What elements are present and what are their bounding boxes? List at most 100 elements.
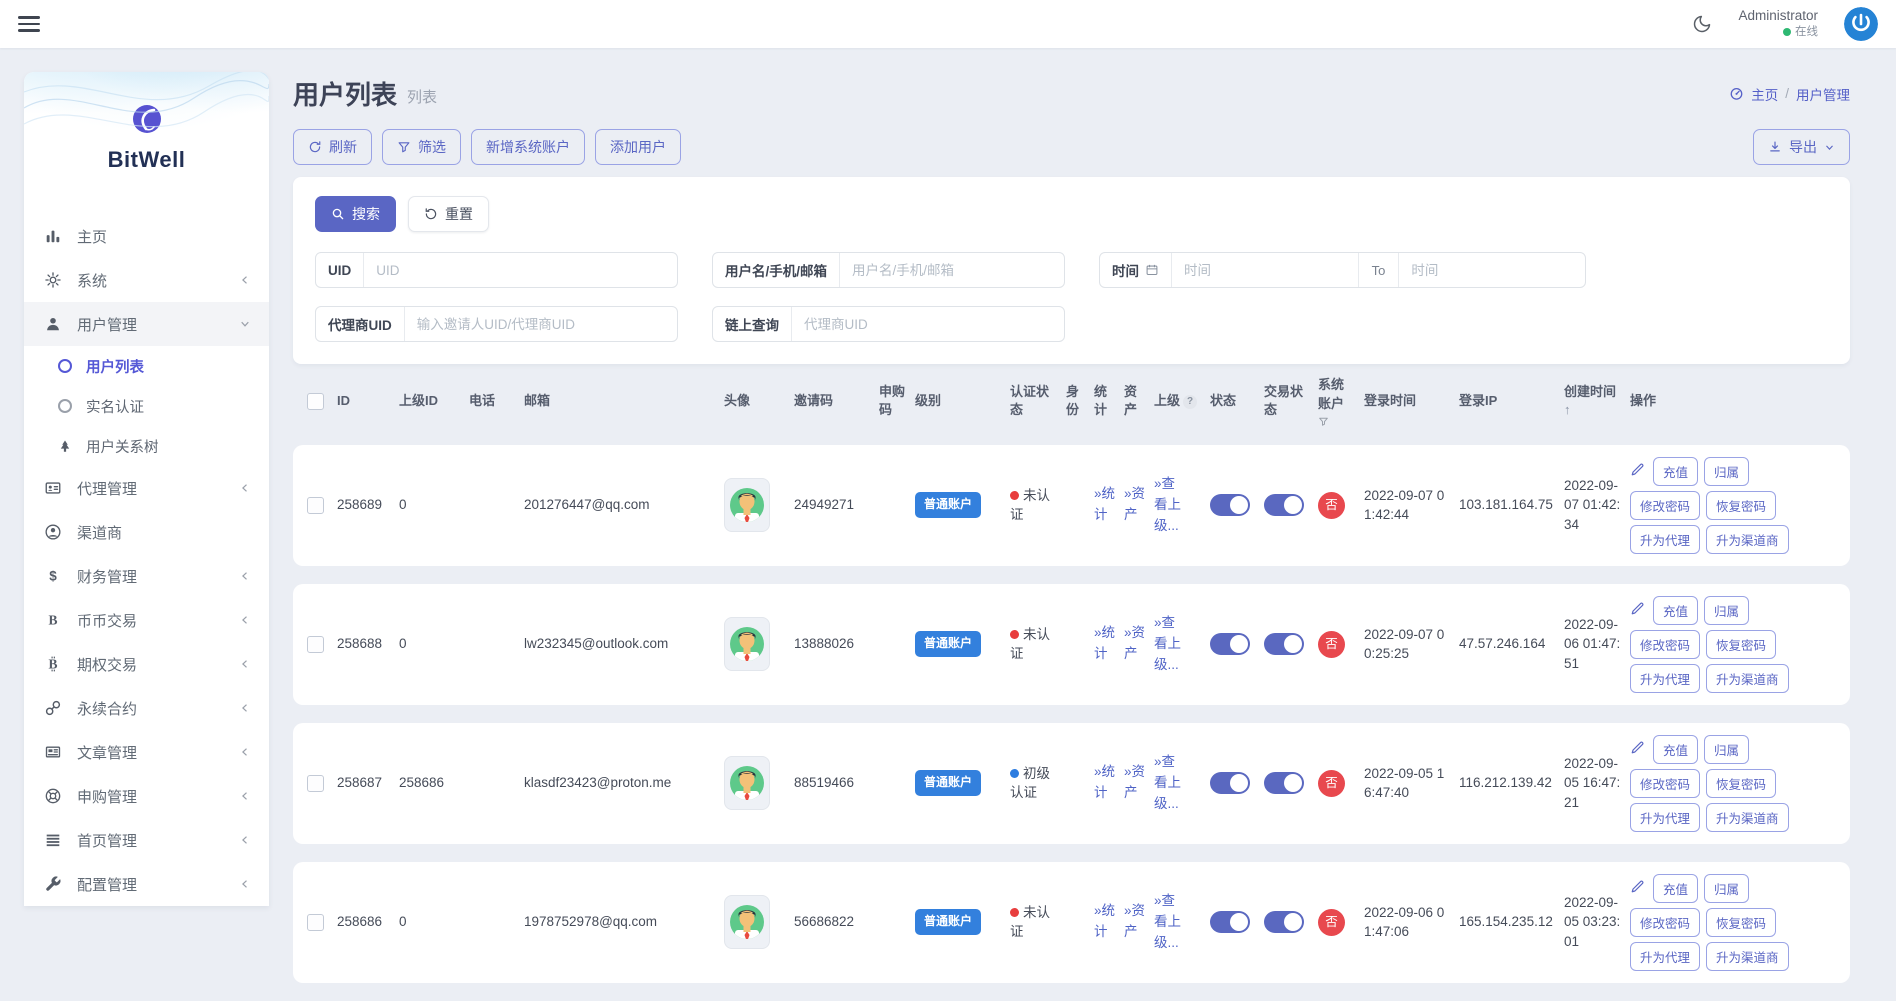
promote-agent-button[interactable]: 升为代理 xyxy=(1630,803,1700,832)
recharge-button[interactable]: 充值 xyxy=(1653,457,1698,486)
cell-avatar xyxy=(720,723,790,844)
view-parent-link[interactable]: »查看上级... xyxy=(1154,474,1188,537)
belong-button[interactable]: 归属 xyxy=(1704,874,1749,903)
row-checkbox[interactable] xyxy=(307,914,324,931)
sidebar-item-user-tree[interactable]: 用户关系树 xyxy=(24,426,269,466)
account-input[interactable] xyxy=(840,253,1064,287)
uid-input[interactable] xyxy=(364,253,677,287)
search-button[interactable]: 搜索 xyxy=(315,196,396,232)
recover-password-button[interactable]: 恢复密码 xyxy=(1706,491,1776,520)
time-to-input[interactable] xyxy=(1399,253,1585,287)
change-password-button[interactable]: 修改密码 xyxy=(1630,769,1700,798)
user-avatar-image[interactable] xyxy=(724,617,770,671)
promote-agent-button[interactable]: 升为代理 xyxy=(1630,525,1700,554)
user-avatar-image[interactable] xyxy=(724,895,770,949)
sidebar-item-perpetual[interactable]: 永续合约 xyxy=(24,686,269,730)
view-parent-link[interactable]: »查看上级... xyxy=(1154,891,1188,954)
recharge-button[interactable]: 充值 xyxy=(1653,874,1698,903)
hamburger-menu-icon[interactable] xyxy=(18,16,40,32)
stats-link[interactable]: »统计 xyxy=(1094,762,1110,804)
change-password-button[interactable]: 修改密码 xyxy=(1630,491,1700,520)
recharge-button[interactable]: 充值 xyxy=(1653,735,1698,764)
select-all-checkbox[interactable] xyxy=(307,393,324,410)
dark-mode-moon-icon[interactable] xyxy=(1692,14,1712,34)
status-toggle[interactable] xyxy=(1210,633,1250,655)
recover-password-button[interactable]: 恢复密码 xyxy=(1706,630,1776,659)
user-avatar-image[interactable] xyxy=(724,478,770,532)
breadcrumb-current[interactable]: 用户管理 xyxy=(1796,84,1850,104)
trade-status-toggle[interactable] xyxy=(1264,772,1304,794)
edit-pencil-icon[interactable] xyxy=(1630,462,1645,477)
promote-channel-button[interactable]: 升为渠道商 xyxy=(1706,525,1789,554)
chain-query-input[interactable] xyxy=(792,307,1064,341)
sidebar-item-realname-auth[interactable]: 实名认证 xyxy=(24,386,269,426)
promote-channel-button[interactable]: 升为渠道商 xyxy=(1706,664,1789,693)
sidebar-item-agent-management[interactable]: 代理管理 xyxy=(24,466,269,510)
status-toggle[interactable] xyxy=(1210,911,1250,933)
assets-link[interactable]: »资产 xyxy=(1124,623,1140,665)
assets-link[interactable]: »资产 xyxy=(1124,901,1140,943)
assets-link[interactable]: »资产 xyxy=(1124,484,1140,526)
view-parent-link[interactable]: »查看上级... xyxy=(1154,613,1188,676)
filter-button[interactable]: 筛选 xyxy=(382,129,461,165)
agent-uid-input[interactable] xyxy=(405,307,677,341)
edit-pencil-icon[interactable] xyxy=(1630,601,1645,616)
edit-pencil-icon[interactable] xyxy=(1630,879,1645,894)
belong-button[interactable]: 归属 xyxy=(1704,457,1749,486)
sidebar-item-home[interactable]: 主页 xyxy=(24,214,269,258)
add-system-account-button[interactable]: 新增系统账户 xyxy=(471,129,585,165)
change-password-button[interactable]: 修改密码 xyxy=(1630,630,1700,659)
funnel-icon[interactable] xyxy=(1318,416,1356,427)
col-created-at[interactable]: 创建时间 ↑ xyxy=(1560,376,1626,427)
cell-identity xyxy=(1062,723,1090,844)
refresh-button[interactable]: 刷新 xyxy=(293,129,372,165)
status-toggle[interactable] xyxy=(1210,494,1250,516)
sidebar-item-finance[interactable]: $ 财务管理 xyxy=(24,554,269,598)
view-parent-link[interactable]: »查看上级... xyxy=(1154,752,1188,815)
trade-status-toggle[interactable] xyxy=(1264,494,1304,516)
user-avatar[interactable] xyxy=(1844,7,1878,41)
question-circle-icon[interactable]: ? xyxy=(1183,395,1197,409)
stats-link[interactable]: »统计 xyxy=(1094,623,1110,665)
reset-button[interactable]: 重置 xyxy=(408,196,489,232)
brand-name[interactable]: BitWell xyxy=(108,147,186,173)
promote-agent-button[interactable]: 升为代理 xyxy=(1630,664,1700,693)
recover-password-button[interactable]: 恢复密码 xyxy=(1706,769,1776,798)
user-avatar-image[interactable] xyxy=(724,756,770,810)
belong-button[interactable]: 归属 xyxy=(1704,596,1749,625)
sidebar-item-config[interactable]: 配置管理 xyxy=(24,862,269,906)
sidebar-item-option-trade[interactable]: B 期权交易 xyxy=(24,642,269,686)
add-user-button[interactable]: 添加用户 xyxy=(595,129,681,165)
status-toggle[interactable] xyxy=(1210,772,1250,794)
recover-password-button[interactable]: 恢复密码 xyxy=(1706,908,1776,937)
sidebar-item-homepage[interactable]: 首页管理 xyxy=(24,818,269,862)
belong-button[interactable]: 归属 xyxy=(1704,735,1749,764)
breadcrumb-home[interactable]: 主页 xyxy=(1751,84,1778,104)
stats-link[interactable]: »统计 xyxy=(1094,484,1110,526)
sidebar-item-channel[interactable]: 渠道商 xyxy=(24,510,269,554)
sidebar-item-user-management[interactable]: 用户管理 xyxy=(24,302,269,346)
row-checkbox[interactable] xyxy=(307,636,324,653)
change-password-button[interactable]: 修改密码 xyxy=(1630,908,1700,937)
newspaper-icon xyxy=(42,743,64,761)
sidebar-item-system[interactable]: 系统 xyxy=(24,258,269,302)
assets-link[interactable]: »资产 xyxy=(1124,762,1140,804)
trade-status-toggle[interactable] xyxy=(1264,633,1304,655)
time-from-input[interactable] xyxy=(1172,253,1358,287)
promote-agent-button[interactable]: 升为代理 xyxy=(1630,942,1700,971)
sidebar-item-article[interactable]: 文章管理 xyxy=(24,730,269,774)
recharge-button[interactable]: 充值 xyxy=(1653,596,1698,625)
level-badge: 普通账户 xyxy=(915,770,981,795)
sidebar-item-user-list[interactable]: 用户列表 xyxy=(24,346,269,386)
row-checkbox[interactable] xyxy=(307,497,324,514)
row-checkbox[interactable] xyxy=(307,775,324,792)
cell-stats: »统计 xyxy=(1090,445,1120,566)
promote-channel-button[interactable]: 升为渠道商 xyxy=(1706,803,1789,832)
stats-link[interactable]: »统计 xyxy=(1094,901,1110,943)
sidebar-item-spot-trade[interactable]: B 币币交易 xyxy=(24,598,269,642)
sidebar-item-subscription[interactable]: 申购管理 xyxy=(24,774,269,818)
promote-channel-button[interactable]: 升为渠道商 xyxy=(1706,942,1789,971)
trade-status-toggle[interactable] xyxy=(1264,911,1304,933)
export-button[interactable]: 导出 xyxy=(1753,129,1850,165)
edit-pencil-icon[interactable] xyxy=(1630,740,1645,755)
